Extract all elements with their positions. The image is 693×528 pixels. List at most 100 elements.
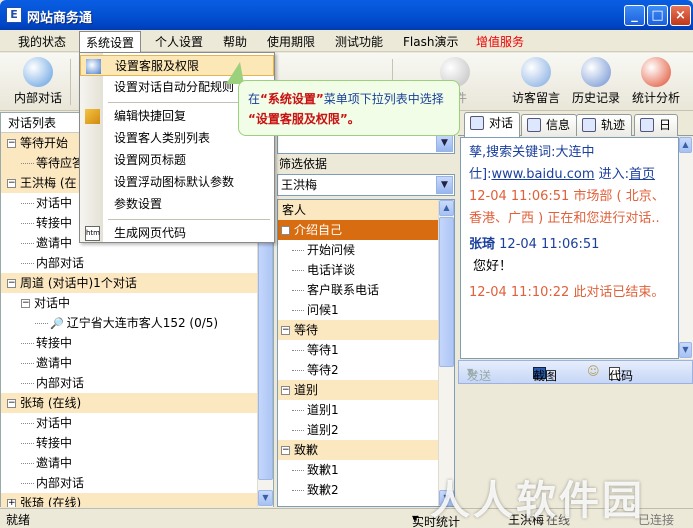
menu-6[interactable]: 测试功能 [335, 33, 383, 50]
visitor-row[interactable]: 🔎 辽宁省大连市客人152 (0/5) [1, 313, 258, 333]
agent-row[interactable]: − 张琦 (在线) [1, 393, 258, 413]
menu-item-0[interactable]: 设置客服及权限 [80, 55, 274, 76]
tree-line [292, 370, 304, 371]
tree-line [21, 423, 34, 424]
emoticon-icon[interactable]: ☺ [587, 364, 600, 378]
title-bar[interactable]: E 网站商务通 _ □ × [0, 0, 693, 30]
referrer-link[interactable]: www.baidu.com [491, 167, 594, 182]
reply-category[interactable]: − 致歉 [278, 440, 438, 460]
toolbar-pie-chart-button[interactable]: 统计分析 [632, 57, 680, 106]
agent-row[interactable]: − 周道 (对话中)1个对话 [1, 273, 258, 293]
tree-row[interactable]: 内部对话 [1, 373, 258, 393]
menu-2[interactable]: 系统设置 [79, 31, 142, 53]
collapse-icon[interactable]: − [7, 179, 16, 188]
tree-label: 张琦 (在线) [20, 496, 82, 507]
menu-7[interactable]: Flash演示 [403, 33, 458, 50]
toolbar-guest-message-button[interactable]: 访客留言 [512, 57, 560, 106]
dropdown-arrow-icon[interactable]: ▼ [436, 134, 453, 152]
tree-line [21, 263, 34, 264]
guest-message-icon [521, 57, 551, 87]
expand-icon[interactable]: + [7, 499, 16, 507]
minimize-button[interactable]: _ [624, 5, 645, 26]
tree-label: 对话中 [36, 196, 73, 210]
menu-3[interactable]: 个人设置 [155, 33, 203, 50]
collapse-icon[interactable]: − [21, 299, 30, 308]
tab-3[interactable]: 轨迹 [576, 114, 633, 136]
tree-line [292, 310, 304, 311]
agent-row[interactable]: + 张琦 (在线) [1, 493, 258, 507]
system-message: 12-04 11:06:51 市场部 ( 北京、香港、广西 ) 正在和您进行对话… [469, 189, 665, 226]
menu-item-label: 设置客人类别列表 [114, 131, 211, 145]
menu-8[interactable]: 增值服务 [476, 33, 524, 50]
chat-scrollbar[interactable]: ▲ ▼ [679, 137, 693, 359]
maximize-button[interactable]: □ [647, 5, 668, 26]
toolbar-history-button[interactable]: 历史记录 [572, 57, 620, 106]
history-icon [581, 57, 611, 87]
status-mode[interactable]: 实时统计 ▾ [412, 511, 460, 528]
tree-line [21, 163, 34, 164]
list-scrollbar[interactable]: ▲ ▼ [438, 200, 454, 506]
dropdown-arrow-icon[interactable]: ▼ [436, 176, 453, 194]
collapse-icon[interactable]: − [7, 279, 16, 288]
tree-row[interactable]: − 对话中 [1, 293, 258, 313]
menu-item-9[interactable]: htm 生成网页代码 [80, 223, 274, 244]
homepage-link[interactable]: 首页 [629, 167, 655, 182]
reply-category[interactable]: − 道别 [278, 380, 438, 400]
reply-item[interactable]: 问候1 [278, 300, 438, 320]
collapse-icon[interactable]: − [281, 326, 290, 335]
menu-item-6[interactable]: 设置浮动图标默认参数 [80, 172, 274, 193]
collapse-icon[interactable]: − [7, 139, 16, 148]
tree-row[interactable]: 内部对话 [1, 253, 258, 273]
reply-item[interactable]: 等待1 [278, 340, 438, 360]
menu-4[interactable]: 帮助 [223, 33, 247, 50]
reply-item[interactable]: 等待2 [278, 360, 438, 380]
tree-row[interactable]: 转接中 [1, 433, 258, 453]
app-window: E 网站商务通 _ □ × 我的状态 系统设置 个人设置 帮助 使用期限 测试功能 Flas… [0, 0, 693, 528]
reply-category[interactable]: − 等待 [278, 320, 438, 340]
scroll-thumb[interactable] [439, 217, 454, 367]
toolbar-people-button[interactable]: 内部对话 [14, 57, 62, 106]
scroll-up-arrow-icon[interactable]: ▲ [679, 137, 692, 153]
tree-row[interactable]: 邀请中 [1, 453, 258, 473]
tab-4[interactable]: 日 [634, 114, 679, 136]
menu-item-5[interactable]: 设置网页标题 [80, 150, 274, 171]
scroll-down-arrow-icon[interactable]: ▼ [679, 342, 692, 358]
reply-item[interactable]: 道别1 [278, 400, 438, 420]
menu-bar: 我的状态 系统设置 个人设置 帮助 使用期限 测试功能 Flash演示 增值服务 [0, 30, 693, 53]
collapse-icon[interactable]: − [281, 226, 290, 235]
collapse-icon[interactable]: − [281, 386, 290, 395]
tree-row[interactable]: 邀请中 [1, 353, 258, 373]
reply-item[interactable]: 电话详谈 [278, 260, 438, 280]
tree-line [21, 363, 34, 364]
close-button[interactable]: × [670, 5, 691, 26]
menu-item-7[interactable]: 参数设置 [80, 194, 274, 215]
tab-2[interactable]: 信息 [521, 114, 578, 136]
filter-dropdown[interactable]: 王洪梅 ▼ [277, 174, 455, 196]
tree-line [35, 323, 48, 324]
reply-item[interactable]: 客户联系电话 [278, 280, 438, 300]
reply-item[interactable]: 道别2 [278, 420, 438, 440]
collapse-icon[interactable]: − [281, 446, 290, 455]
tree-line [292, 350, 304, 351]
reply-category[interactable]: − 介绍自己 [278, 220, 438, 240]
scroll-down-arrow-icon[interactable]: ▼ [258, 490, 273, 506]
collapse-icon[interactable]: − [7, 399, 16, 408]
tab-1[interactable]: 对话 [464, 112, 521, 137]
tree-row[interactable]: 对话中 [1, 413, 258, 433]
send-button[interactable]: ↩ 发送 ▾ [467, 364, 491, 383]
menu-5[interactable]: 使用期限 [267, 33, 315, 50]
app-icon: E [6, 7, 22, 23]
tree-row[interactable]: 转接中 [1, 333, 258, 353]
reply-item[interactable]: 致歉2 [278, 480, 438, 500]
reply-item[interactable]: 致歉1 [278, 460, 438, 480]
reply-item[interactable]: 开始问候 [278, 240, 438, 260]
menu-1[interactable]: 我的状态 [18, 33, 66, 50]
tree-line [21, 223, 34, 224]
tree-row[interactable]: 内部对话 [1, 473, 258, 493]
chat-transcript: 孳,搜索关键词:大连中 仕]:www.baidu.com 进入:首页 12-04… [460, 137, 679, 359]
toolbar-label: 访客留言 [512, 91, 561, 105]
tree-line [292, 490, 304, 491]
visitor-icon: 🔎 [50, 317, 64, 330]
scroll-up-arrow-icon[interactable]: ▲ [439, 200, 454, 216]
menu-item-label: 编辑快捷回复 [114, 109, 187, 123]
